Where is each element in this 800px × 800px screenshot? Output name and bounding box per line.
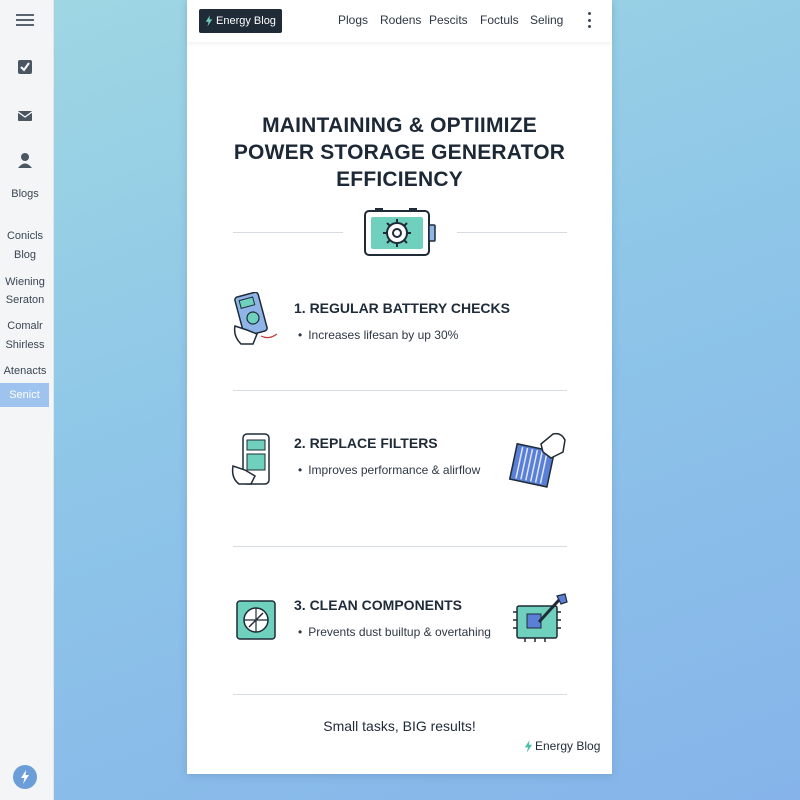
footer-brand: Energy Blog xyxy=(524,739,600,753)
divider xyxy=(233,232,343,233)
sidebar-item-shirless[interactable]: Shirless xyxy=(0,336,50,354)
more-menu-icon[interactable] xyxy=(585,12,593,28)
clean-component-icon xyxy=(236,600,276,640)
sidebar-item-senict[interactable]: Senict xyxy=(0,383,49,407)
section-heading-replace-filters: 2. REPLACE FILTERS xyxy=(294,435,438,451)
section-heading-battery-checks: 1. REGULAR BATTERY CHECKS xyxy=(294,300,510,316)
menu-icon[interactable] xyxy=(15,10,35,30)
tagline: Small tasks, BIG results! xyxy=(323,718,476,734)
sidebar: Blogs Conicls Blog Wiening Seraton Comal… xyxy=(0,0,54,800)
title-line-3: EFFICIENCY xyxy=(336,168,463,191)
sidebar-item-atenacts[interactable]: Atenacts xyxy=(0,362,50,380)
divider xyxy=(233,390,567,391)
section-bullet-clean-components: Prevents dust builtup & overtahing xyxy=(298,625,491,639)
mail-icon[interactable] xyxy=(15,106,35,126)
nav-link-rodens[interactable]: Rodens xyxy=(380,13,421,27)
sidebar-item-comalr[interactable]: Comalr xyxy=(0,317,50,335)
sidebar-item-conicls[interactable]: Conicls xyxy=(0,227,50,245)
section-bullet-replace-filters: Improves performance & alirflow xyxy=(298,463,480,477)
sidebar-item-wiening[interactable]: Wiening xyxy=(0,273,50,291)
bolt-icon xyxy=(524,739,533,753)
section-heading-clean-components: 3. CLEAN COMPONENTS xyxy=(294,597,463,613)
sidebar-item-blogs[interactable]: Blogs xyxy=(0,185,50,203)
divider xyxy=(233,694,567,695)
brand-logo[interactable]: Energy Blog xyxy=(199,9,282,33)
air-filter-icon xyxy=(508,432,566,488)
multimeter-icon xyxy=(233,292,278,345)
footer-brand-name: Energy Blog xyxy=(535,739,601,753)
nav-link-plogs[interactable]: Plogs xyxy=(338,13,368,27)
nav-link-seling[interactable]: Seling xyxy=(530,13,563,27)
section-bullet-battery-checks: Increases lifesan by up 30% xyxy=(298,328,458,342)
filter-device-icon xyxy=(231,433,270,485)
sidebar-item-seraton[interactable]: Seraton xyxy=(0,291,50,309)
bolt-icon xyxy=(205,15,213,27)
nav-link-pescits[interactable]: Pescits xyxy=(429,13,468,27)
check-square-icon[interactable] xyxy=(15,57,35,77)
divider xyxy=(457,232,567,233)
title-line-2: POWER STORAGE GENERATOR xyxy=(233,141,566,164)
article-card: Energy Blog Plogs Rodens Pescits Foctuls… xyxy=(187,0,612,774)
circuit-brush-icon xyxy=(513,593,568,642)
top-nav-bar: Energy Blog Plogs Rodens Pescits Foctuls… xyxy=(187,0,612,42)
sidebar-item-blog[interactable]: Blog xyxy=(0,246,50,264)
divider xyxy=(233,546,567,547)
title-line-1: MAINTAINING & OPTIIMIZE xyxy=(262,114,537,137)
bolt-icon[interactable] xyxy=(13,765,37,789)
nav-link-foctuls[interactable]: Foctuls xyxy=(480,13,519,27)
battery-gear-icon xyxy=(364,208,436,256)
user-icon[interactable] xyxy=(15,150,35,170)
brand-name: Energy Blog xyxy=(216,15,276,27)
page-title: MAINTAINING & OPTIIMIZE POWER STORAGE GE… xyxy=(187,112,612,193)
